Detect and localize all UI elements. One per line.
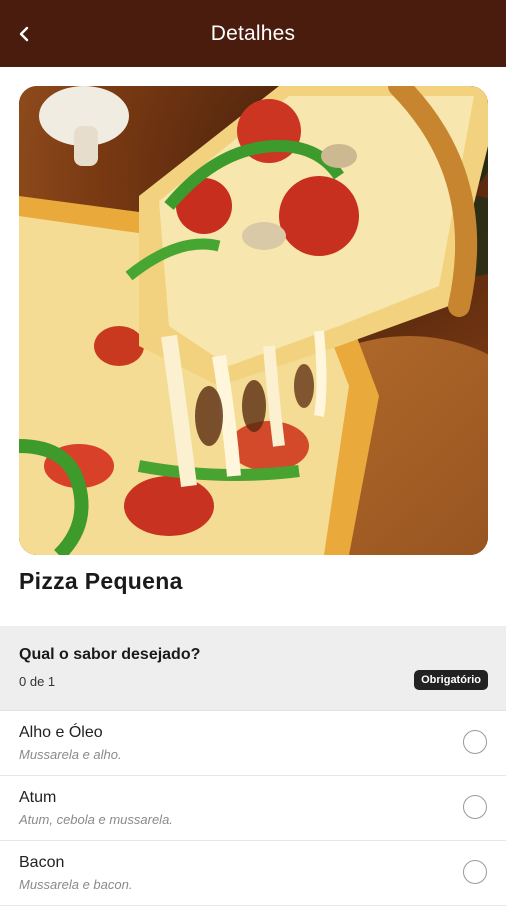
- selection-count: 0 de 1: [19, 674, 56, 689]
- product-image: [19, 86, 488, 555]
- option-group-title: Qual o sabor desejado?: [19, 646, 201, 663]
- radio-button[interactable]: [463, 730, 487, 754]
- pizza-slice-photo: [19, 86, 488, 555]
- radio-button[interactable]: [463, 795, 487, 819]
- option-description: Atum, cebola e mussarela.: [19, 812, 173, 827]
- option-description: Mussarela e bacon.: [19, 877, 133, 892]
- required-badge: Obrigatório: [414, 670, 488, 690]
- option-name: Alho e Óleo: [19, 724, 103, 741]
- option-description: Mussarela e alho.: [19, 747, 122, 762]
- option-list: Alho e Óleo Mussarela e alho. Atum Atum,…: [0, 711, 506, 906]
- product-name: Pizza Pequena: [19, 568, 183, 594]
- page-title: Detalhes: [210, 21, 296, 45]
- top-app-bar: Detalhes: [0, 0, 506, 67]
- option-name: Atum: [19, 789, 57, 806]
- option-group-header: Qual o sabor desejado? 0 de 1 Obrigatóri…: [0, 626, 506, 711]
- option-item-alho-e-oleo[interactable]: Alho e Óleo Mussarela e alho.: [0, 711, 506, 776]
- radio-button[interactable]: [463, 860, 487, 884]
- option-name: Bacon: [19, 854, 65, 871]
- option-item-atum[interactable]: Atum Atum, cebola e mussarela.: [0, 776, 506, 841]
- option-item-bacon[interactable]: Bacon Mussarela e bacon.: [0, 841, 506, 906]
